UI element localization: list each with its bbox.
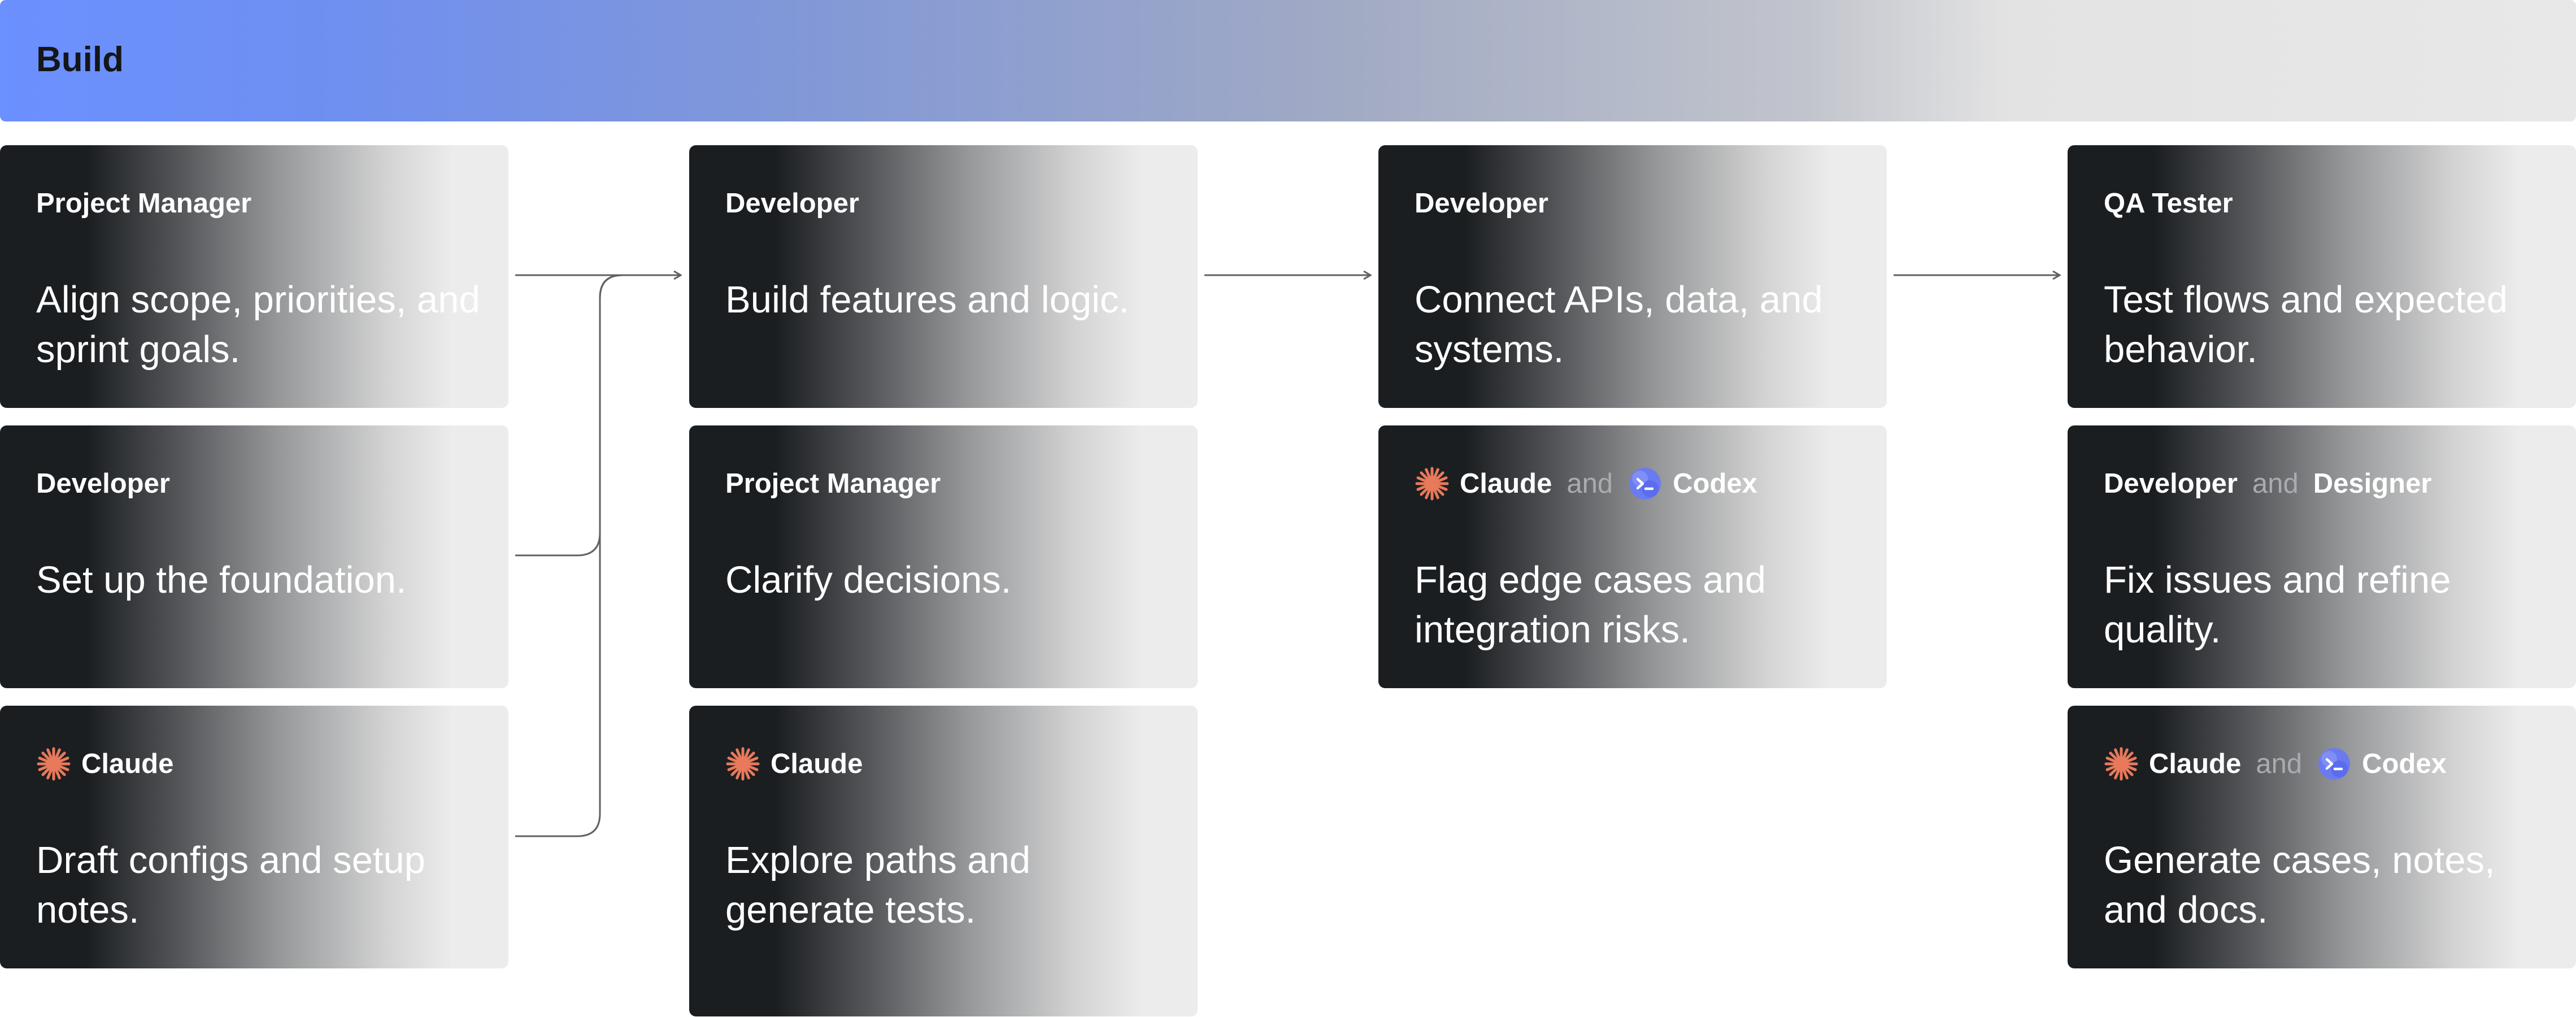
agent-label: Claude <box>1460 468 1552 499</box>
task-description: Flag edge cases and integration risks. <box>1415 559 1766 651</box>
codex-icon <box>1628 466 1663 501</box>
claude-icon <box>36 746 71 781</box>
codex-icon <box>2317 746 2352 781</box>
task-description: Draft configs and setup notes. <box>36 839 426 931</box>
merge-line-middle <box>515 274 623 557</box>
card-header: Developer <box>1415 184 1548 223</box>
role-label: QA Tester <box>2104 188 2233 219</box>
agent-label: Claude <box>2149 749 2242 779</box>
conjunction-label: and <box>2256 749 2303 779</box>
role-label: Project Manager <box>36 188 252 219</box>
task-card: Project Manager Clarify decisions. <box>689 425 1198 688</box>
claude-icon <box>725 746 760 781</box>
task-description: Clarify decisions. <box>725 559 1012 601</box>
conjunction-label: and <box>2252 468 2299 499</box>
agent-label: Claude <box>771 749 863 779</box>
card-header: Claude and Codex <box>1415 464 1757 503</box>
task-description: Explore paths and generate tests. <box>725 839 1031 931</box>
task-description: Build features and logic. <box>725 279 1130 321</box>
task-card: Project Manager Align scope, priorities, … <box>0 145 508 408</box>
card-header: Project Manager <box>36 184 251 223</box>
role-label: Project Manager <box>725 468 941 499</box>
task-description: Test flows and expected behavior. <box>2104 279 2508 371</box>
card-header: Developer <box>36 464 170 503</box>
task-card: Claude and Codex Flag edge cases and integr… <box>1378 425 1887 688</box>
role-label: Designer <box>2313 468 2432 499</box>
card-header: Developer and Designer <box>2104 464 2431 503</box>
agent-label: Codex <box>2362 749 2447 779</box>
task-card: Claude and Codex Generate cases, notes, and… <box>2068 706 2576 968</box>
task-card: QA Tester Test flows and expected behavio… <box>2068 145 2576 408</box>
card-header: Claude <box>725 744 863 784</box>
card-header: QA Tester <box>2104 184 2233 223</box>
task-card: Developer Connect APIs, data, and systems… <box>1378 145 1887 408</box>
task-description: Generate cases, notes, and docs. <box>2104 839 2495 931</box>
role-label: Developer <box>725 188 859 219</box>
claude-icon <box>2104 746 2139 781</box>
task-card: Developer Set up the foundation. <box>0 425 508 688</box>
task-card: Developer Build features and logic. <box>689 145 1198 408</box>
card-header: Claude <box>36 744 173 784</box>
card-header: Project Manager <box>725 464 941 503</box>
conjunction-label: and <box>1567 468 1613 499</box>
role-label: Developer <box>36 468 170 499</box>
agent-label: Codex <box>1673 468 1757 499</box>
role-label: Developer <box>1415 188 1548 219</box>
task-description: Connect APIs, data, and systems. <box>1415 279 1823 371</box>
task-description: Fix issues and refine quality. <box>2104 559 2451 651</box>
role-label: Developer <box>2104 468 2238 499</box>
task-card: Claude Draft configs and setup notes. <box>0 706 508 968</box>
task-card: Claude Explore paths and generate tests. <box>689 706 1198 1016</box>
task-description: Set up the foundation. <box>36 559 407 601</box>
task-description: Align scope, priorities, and sprint goal… <box>36 279 480 371</box>
claude-icon <box>1415 466 1450 501</box>
agent-label: Claude <box>81 749 174 779</box>
task-card: Developer and Designer Fix issues and refin… <box>2068 425 2576 688</box>
card-header: Developer <box>725 184 859 223</box>
card-header: Claude and Codex <box>2104 744 2447 784</box>
